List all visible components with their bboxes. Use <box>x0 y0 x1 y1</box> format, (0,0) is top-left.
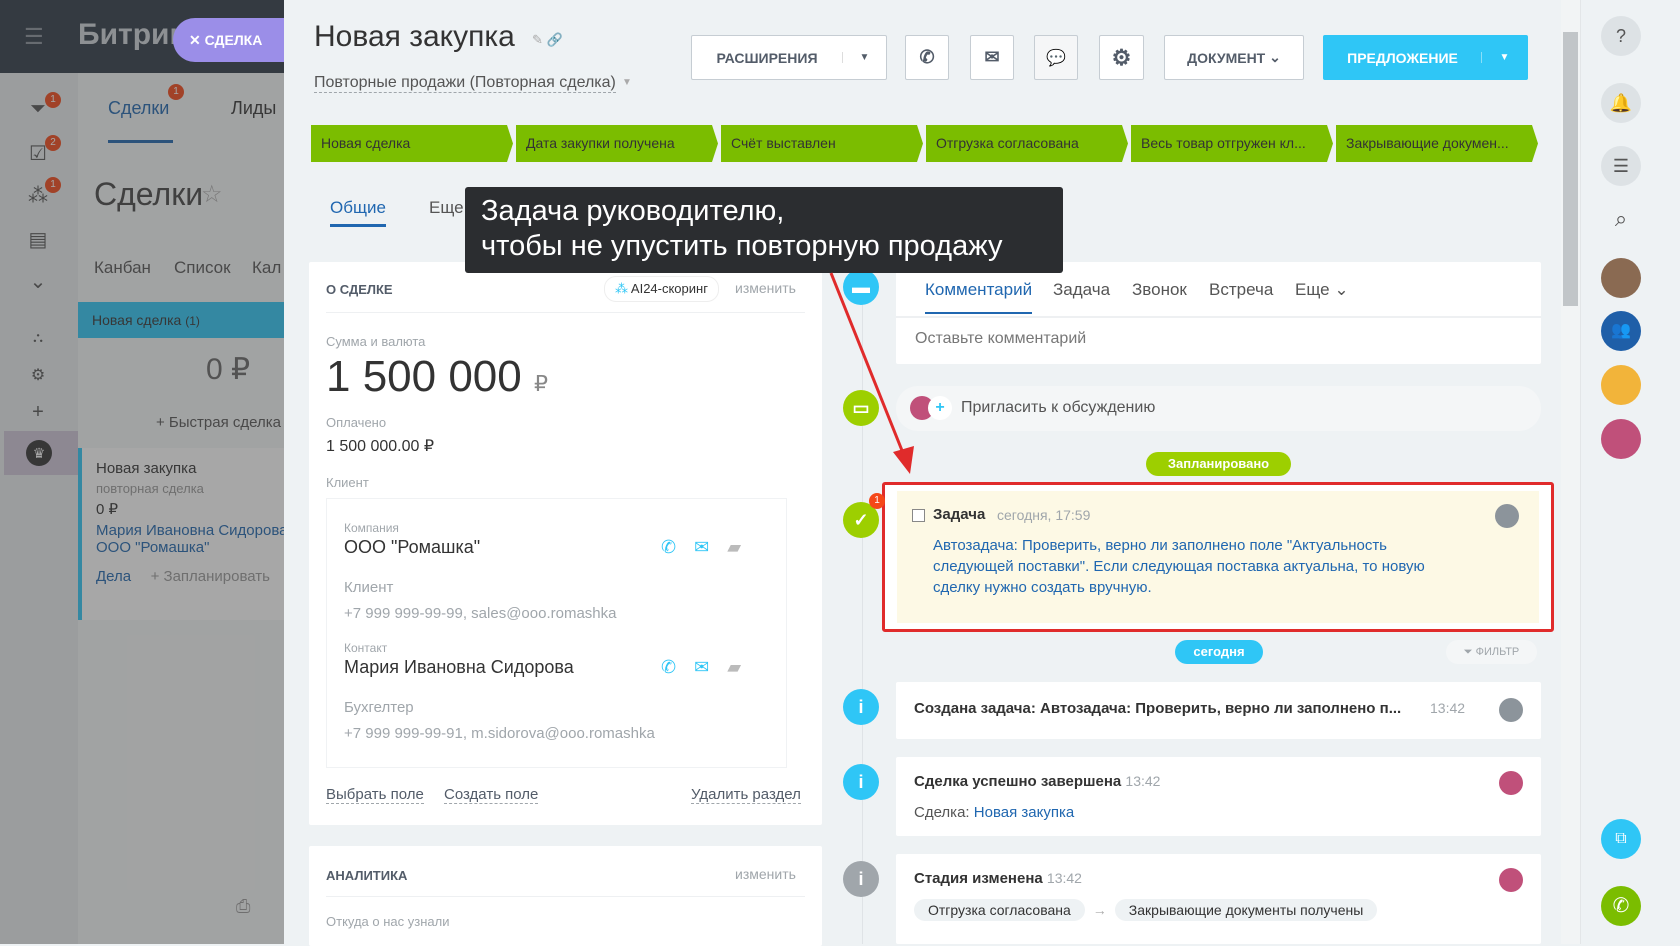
bell-icon[interactable]: 🔔 <box>1601 83 1641 123</box>
user-avatar[interactable] <box>1601 419 1641 459</box>
scrollbar[interactable] <box>1561 0 1580 944</box>
user-avatar[interactable] <box>1601 365 1641 405</box>
messages-icon[interactable]: ☰ <box>1601 146 1641 186</box>
scrollbar-thumb[interactable] <box>1563 32 1578 306</box>
phone-icon[interactable]: ✆ <box>1601 886 1641 926</box>
group-chat-icon[interactable]: 👥 <box>1601 311 1641 351</box>
annotation-arrow <box>829 272 914 474</box>
right-sidebar: ? 🔔 ☰ ⌕ 👥 ⧉ ✆ <box>1580 0 1680 944</box>
open-lines-icon[interactable]: ⧉ <box>1601 819 1641 859</box>
user-avatar[interactable] <box>1601 258 1641 298</box>
search-icon[interactable]: ⌕ <box>1601 206 1641 232</box>
help-icon[interactable]: ? <box>1601 16 1641 56</box>
